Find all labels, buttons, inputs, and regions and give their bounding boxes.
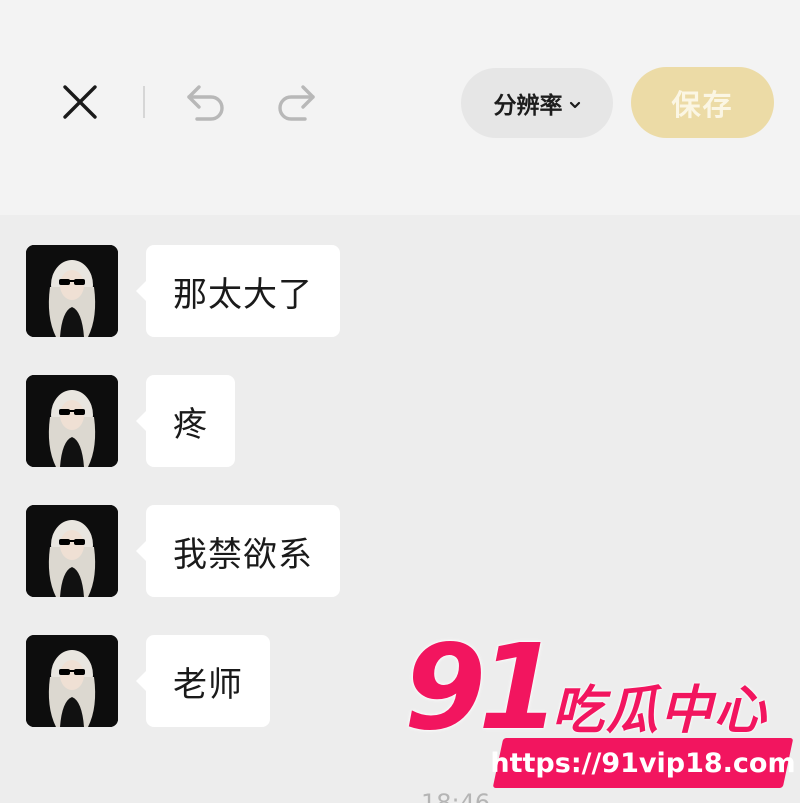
watermark-number: 91 (404, 618, 560, 756)
watermark-url: https://91vip18.com (490, 747, 796, 779)
avatar[interactable] (26, 505, 118, 597)
message-bubble[interactable]: 疼 (136, 375, 235, 467)
close-icon[interactable] (56, 78, 104, 126)
save-label: 保存 (671, 87, 734, 122)
resolution-dropdown[interactable]: 分辨率 (461, 68, 613, 138)
message-text: 老师 (173, 664, 243, 705)
save-button[interactable]: 保存 (631, 67, 774, 138)
message-text: 疼 (173, 404, 208, 445)
chevron-down-icon (569, 100, 581, 110)
watermark-name: 吃瓜中心 (552, 681, 769, 741)
undo-icon[interactable] (182, 78, 230, 126)
avatar[interactable] (26, 635, 118, 727)
message-text: 那太大了 (173, 274, 313, 315)
message-bubble[interactable]: 那太大了 (136, 245, 340, 337)
avatar[interactable] (26, 245, 118, 337)
redo-icon[interactable] (272, 78, 320, 126)
avatar[interactable] (26, 375, 118, 467)
toolbar-divider (143, 86, 145, 118)
editor-toolbar: 分辨率 保存 (0, 0, 800, 215)
resolution-label: 分辨率 (493, 93, 563, 119)
message-bubble[interactable]: 老师 (136, 635, 270, 727)
watermark-logo: 91 吃瓜中心 https://91vip18.com (404, 628, 796, 798)
message-text: 我禁欲系 (173, 534, 313, 575)
message-bubble[interactable]: 我禁欲系 (136, 505, 340, 597)
